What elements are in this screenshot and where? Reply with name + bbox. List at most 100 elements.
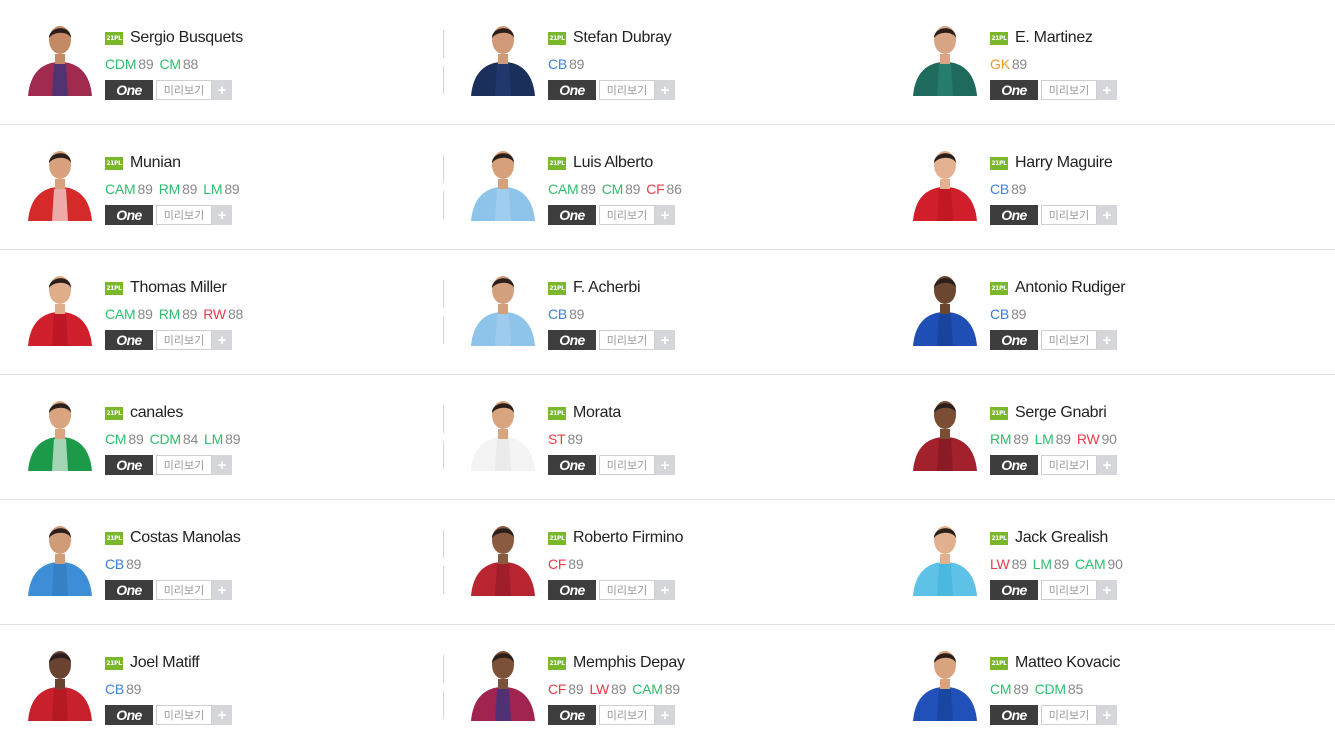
add-compare-button[interactable]: + bbox=[212, 80, 232, 100]
player-card[interactable]: 21PL canales CM 89 CDM 84 LM 89 One 미리보기 + bbox=[20, 375, 460, 500]
player-name[interactable]: Morata bbox=[573, 404, 621, 422]
player-photo[interactable] bbox=[905, 143, 985, 221]
add-compare-button[interactable]: + bbox=[1097, 705, 1117, 725]
player-card[interactable]: 21PL Munian CAM 89 RM 89 LM 89 One 미리보기 + bbox=[20, 125, 460, 250]
player-card[interactable]: 21PL Thomas Miller CAM 89 RM 89 RW 88 One 미리보기 + bbox=[20, 250, 460, 375]
player-name[interactable]: Matteo Kovacic bbox=[1015, 654, 1120, 672]
player-name[interactable]: Sergio Busquets bbox=[130, 29, 243, 47]
player-photo[interactable] bbox=[905, 643, 985, 721]
add-compare-button[interactable]: + bbox=[655, 205, 675, 225]
one-button[interactable]: One bbox=[105, 330, 153, 350]
player-photo[interactable] bbox=[905, 393, 985, 471]
add-compare-button[interactable]: + bbox=[1097, 205, 1117, 225]
preview-button[interactable]: 미리보기 bbox=[599, 330, 655, 350]
player-photo[interactable] bbox=[20, 518, 100, 596]
add-compare-button[interactable]: + bbox=[655, 330, 675, 350]
one-button[interactable]: One bbox=[548, 205, 596, 225]
player-name[interactable]: Luis Alberto bbox=[573, 154, 653, 172]
one-button[interactable]: One bbox=[105, 455, 153, 475]
add-compare-button[interactable]: + bbox=[1097, 330, 1117, 350]
add-compare-button[interactable]: + bbox=[212, 455, 232, 475]
one-button[interactable]: One bbox=[990, 705, 1038, 725]
player-photo[interactable] bbox=[463, 393, 543, 471]
preview-button[interactable]: 미리보기 bbox=[1041, 455, 1097, 475]
add-compare-button[interactable]: + bbox=[212, 330, 232, 350]
player-photo[interactable] bbox=[20, 143, 100, 221]
preview-button[interactable]: 미리보기 bbox=[156, 580, 212, 600]
preview-button[interactable]: 미리보기 bbox=[599, 455, 655, 475]
player-name[interactable]: Roberto Firmino bbox=[573, 529, 684, 547]
preview-button[interactable]: 미리보기 bbox=[1041, 80, 1097, 100]
player-photo[interactable] bbox=[20, 18, 100, 96]
add-compare-button[interactable]: + bbox=[655, 705, 675, 725]
preview-button[interactable]: 미리보기 bbox=[599, 705, 655, 725]
one-button[interactable]: One bbox=[990, 205, 1038, 225]
player-card[interactable]: 21PL Roberto Firmino CF 89 One 미리보기 + bbox=[463, 500, 903, 625]
player-card[interactable]: 21PL Jack Grealish LW 89 LM 89 CAM 90 One 미리보기 + bbox=[905, 500, 1335, 625]
preview-button[interactable]: 미리보기 bbox=[599, 205, 655, 225]
player-name[interactable]: Joel Matiff bbox=[130, 654, 200, 672]
preview-button[interactable]: 미리보기 bbox=[1041, 580, 1097, 600]
one-button[interactable]: One bbox=[548, 80, 596, 100]
player-name[interactable]: Jack Grealish bbox=[1015, 529, 1108, 547]
player-card[interactable]: 21PL Costas Manolas CB 89 One 미리보기 + bbox=[20, 500, 460, 625]
player-photo[interactable] bbox=[463, 518, 543, 596]
player-card[interactable]: 21PL Harry Maguire CB 89 One 미리보기 + bbox=[905, 125, 1335, 250]
add-compare-button[interactable]: + bbox=[1097, 455, 1117, 475]
preview-button[interactable]: 미리보기 bbox=[156, 455, 212, 475]
player-name[interactable]: Costas Manolas bbox=[130, 529, 241, 547]
preview-button[interactable]: 미리보기 bbox=[156, 705, 212, 725]
one-button[interactable]: One bbox=[990, 580, 1038, 600]
player-card[interactable]: 21PL Joel Matiff CB 89 One 미리보기 + bbox=[20, 625, 460, 746]
preview-button[interactable]: 미리보기 bbox=[156, 80, 212, 100]
player-name[interactable]: F. Acherbi bbox=[573, 279, 641, 297]
add-compare-button[interactable]: + bbox=[1097, 80, 1117, 100]
one-button[interactable]: One bbox=[105, 80, 153, 100]
player-name[interactable]: Serge Gnabri bbox=[1015, 404, 1107, 422]
player-photo[interactable] bbox=[905, 18, 985, 96]
player-photo[interactable] bbox=[463, 18, 543, 96]
player-photo[interactable] bbox=[463, 643, 543, 721]
preview-button[interactable]: 미리보기 bbox=[1041, 705, 1097, 725]
add-compare-button[interactable]: + bbox=[1097, 580, 1117, 600]
player-card[interactable]: 21PL Serge Gnabri RM 89 LM 89 RW 90 One 미리보기 + bbox=[905, 375, 1335, 500]
player-name[interactable]: Munian bbox=[130, 154, 181, 172]
player-photo[interactable] bbox=[20, 643, 100, 721]
preview-button[interactable]: 미리보기 bbox=[156, 205, 212, 225]
player-name[interactable]: E. Martinez bbox=[1015, 29, 1093, 47]
preview-button[interactable]: 미리보기 bbox=[599, 80, 655, 100]
player-card[interactable]: 21PL Memphis Depay CF 89 LW 89 CAM 89 One 미리보기 + bbox=[463, 625, 903, 746]
player-card[interactable]: 21PL Matteo Kovacic CM 89 CDM 85 One 미리보기 + bbox=[905, 625, 1335, 746]
player-card[interactable]: 21PL F. Acherbi CB 89 One 미리보기 + bbox=[463, 250, 903, 375]
player-card[interactable]: 21PL Morata ST 89 One 미리보기 + bbox=[463, 375, 903, 500]
one-button[interactable]: One bbox=[105, 205, 153, 225]
player-photo[interactable] bbox=[463, 143, 543, 221]
one-button[interactable]: One bbox=[548, 705, 596, 725]
player-name[interactable]: Thomas Miller bbox=[130, 279, 227, 297]
add-compare-button[interactable]: + bbox=[212, 205, 232, 225]
player-name[interactable]: canales bbox=[130, 404, 183, 422]
one-button[interactable]: One bbox=[105, 580, 153, 600]
player-photo[interactable] bbox=[905, 518, 985, 596]
preview-button[interactable]: 미리보기 bbox=[156, 330, 212, 350]
one-button[interactable]: One bbox=[548, 580, 596, 600]
preview-button[interactable]: 미리보기 bbox=[599, 580, 655, 600]
player-photo[interactable] bbox=[20, 393, 100, 471]
preview-button[interactable]: 미리보기 bbox=[1041, 330, 1097, 350]
preview-button[interactable]: 미리보기 bbox=[1041, 205, 1097, 225]
one-button[interactable]: One bbox=[105, 705, 153, 725]
player-card[interactable]: 21PL Antonio Rudiger CB 89 One 미리보기 + bbox=[905, 250, 1335, 375]
one-button[interactable]: One bbox=[548, 455, 596, 475]
one-button[interactable]: One bbox=[548, 330, 596, 350]
add-compare-button[interactable]: + bbox=[212, 705, 232, 725]
player-photo[interactable] bbox=[463, 268, 543, 346]
one-button[interactable]: One bbox=[990, 330, 1038, 350]
add-compare-button[interactable]: + bbox=[655, 80, 675, 100]
player-name[interactable]: Memphis Depay bbox=[573, 654, 685, 672]
player-photo[interactable] bbox=[905, 268, 985, 346]
add-compare-button[interactable]: + bbox=[655, 580, 675, 600]
add-compare-button[interactable]: + bbox=[655, 455, 675, 475]
one-button[interactable]: One bbox=[990, 455, 1038, 475]
player-card[interactable]: 21PL Sergio Busquets CDM 89 CM 88 One 미리보기 + bbox=[20, 0, 460, 125]
player-card[interactable]: 21PL Stefan Dubray CB 89 One 미리보기 + bbox=[463, 0, 903, 125]
